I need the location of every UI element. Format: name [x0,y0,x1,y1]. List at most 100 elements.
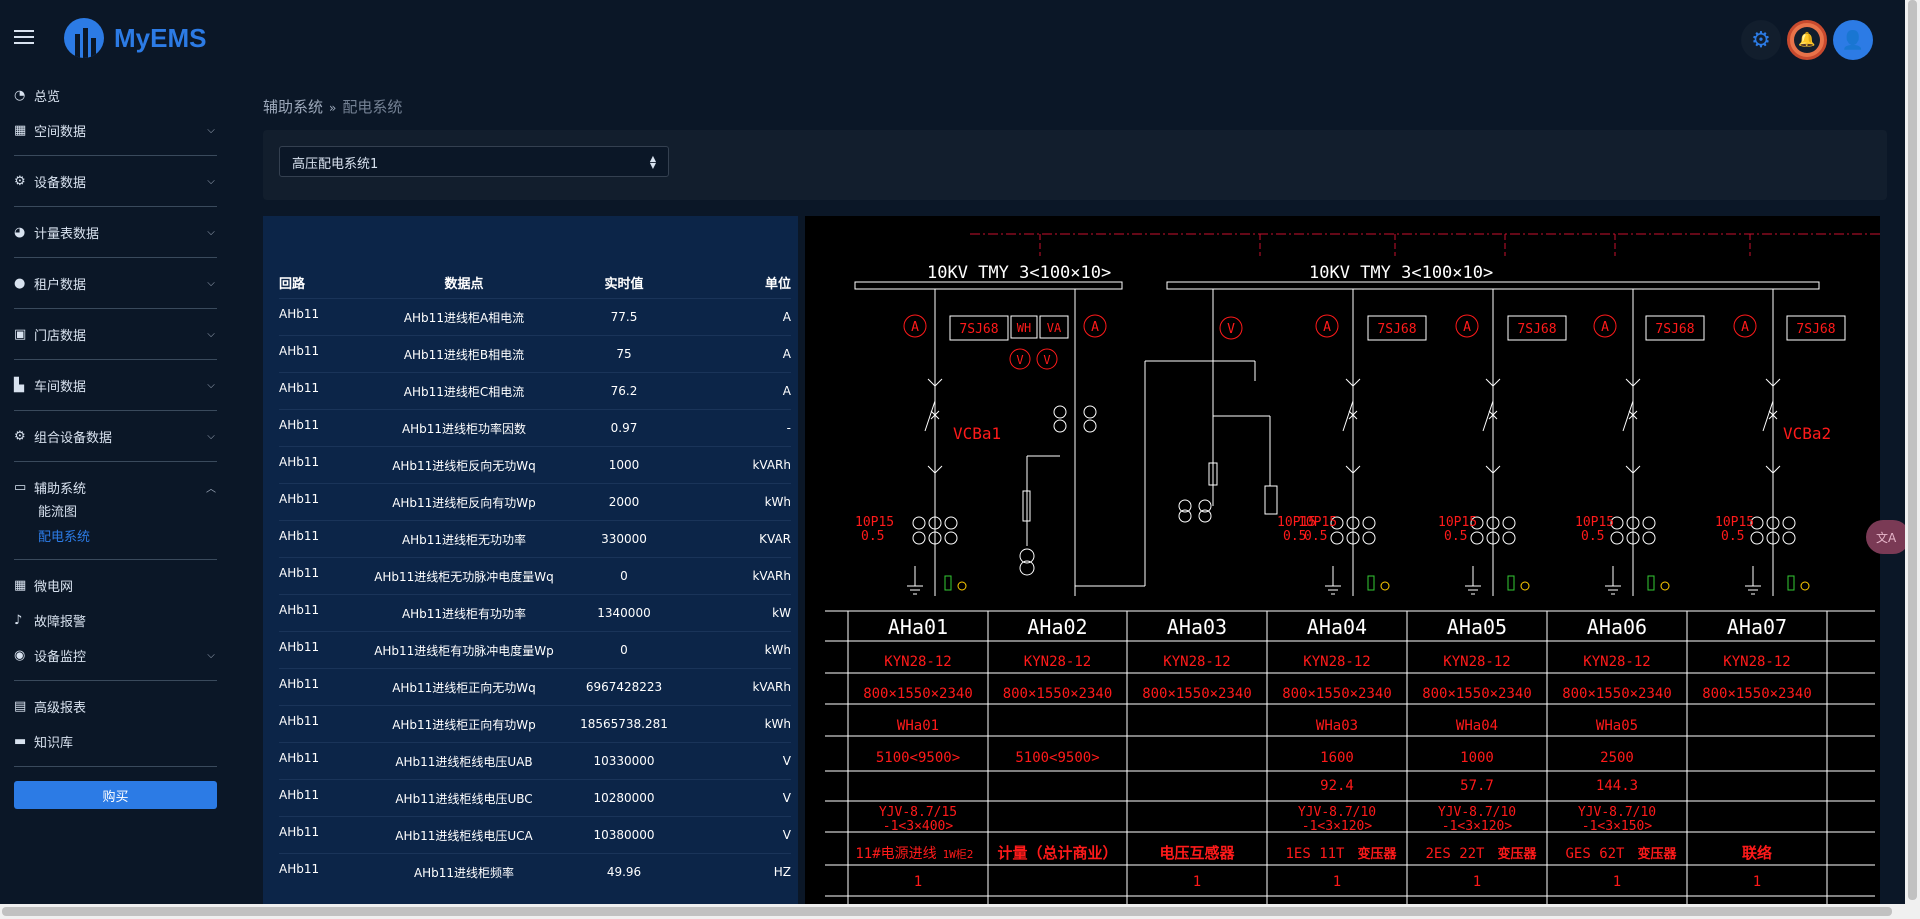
buy-button[interactable]: 购买 [14,781,217,809]
pt-coil-icon [1083,405,1097,419]
cell-value: 330000 [564,520,684,558]
cabinet-model: KYN28-12 [1303,654,1370,670]
breadcrumb-parent[interactable]: 辅助系统 [263,98,323,116]
sidebar-subitem-energy-flow[interactable]: 能流图 [14,500,217,526]
cabinet-wh: WHa03 [1316,718,1358,734]
cell-circuit: AHb11 [279,335,364,373]
cell-circuit: AHb11 [279,816,364,854]
ct-coil-icon [1610,531,1624,545]
pt-coil-icon [1083,419,1097,433]
app-logo[interactable]: MyEMS [64,16,206,60]
breaker-chevron [1492,465,1501,474]
cell-unit: A [684,298,791,336]
gears-icon: ⚙ [14,428,26,444]
table-row: AHb11 AHb11进线柜正向有功Wp 18565738.281 kWh [279,705,791,743]
cell-unit: A [684,335,791,373]
cell-value: 10380000 [564,816,684,854]
cell-unit: KVAR [684,520,791,558]
cell-circuit: AHb11 [279,409,364,447]
cabinet-wh: WHa01 [897,718,939,734]
cabinet-cable: YJV-8.7/10 [1438,805,1516,820]
shopping-bag-icon: ▣ [14,326,27,342]
sidebar-item-store-data[interactable]: ▣ 门店数据 ⌵ [14,321,217,347]
vertical-scrollbar[interactable] [1905,0,1920,919]
ct-coil-icon [1750,531,1764,545]
surge-arrester-icon [1507,575,1515,591]
cell-unit: A [684,372,791,410]
ct-label-2: 0.5 [1304,529,1327,544]
building-icon: ▦ [14,577,27,593]
cell-circuit: AHb11 [279,668,364,706]
cell-circuit: AHb11 [279,594,364,632]
settings-gear-icon[interactable]: ⚙ [1741,20,1781,60]
distribution-system-select[interactable]: 高压配电系统1 ▲ ▼ [279,146,669,177]
sidebar-subitem-distribution-system[interactable]: 配电系统 [14,525,217,551]
sidebar-item-equipment-monitor[interactable]: ◉ 设备监控 ⌵ [14,642,217,668]
busbar-right-label: 10KV TMY 3<100×10> [1309,263,1493,283]
table-row: AHb11 AHb11进线柜频率 49.96 HZ [279,853,791,891]
cabinet-current: 92.4 [1320,778,1354,794]
cell-unit: V [684,816,791,854]
ct-label: 10P15 [1277,515,1316,530]
sidebar-item-tenant-data[interactable]: ● 租户数据 ⌵ [14,270,217,296]
cell-circuit: AHb11 [279,298,364,336]
sidebar-item-meter-data[interactable]: ◕ 计量表数据 ⌵ [14,219,217,245]
cell-value: 75 [564,335,684,373]
selected-system: 高压配电系统1 [292,157,379,172]
sidebar-item-fault-alarm[interactable]: ♪ 故障报警 [14,607,217,633]
sidebar-item-space-data[interactable]: ▦ 空间数据 ⌵ [14,117,217,143]
cabinet-cable: YJV-8.7/10 [1578,805,1656,820]
cell-unit: V [684,779,791,817]
cabinet-model: KYN28-12 [884,654,951,670]
cell-datapoint: AHb11进线柜C相电流 [364,372,564,410]
cell-datapoint: AHb11进线柜B相电流 [364,335,564,373]
surge-arrester-icon [944,575,952,591]
breadcrumb: 辅助系统 » 配电系统 [263,96,402,117]
sidebar-item-equipment-data[interactable]: ⚙ 设备数据 ⌵ [14,168,217,194]
cell-datapoint: AHb11进线柜线电压UBC [364,779,564,817]
sidebar-item-knowledge-base[interactable]: ▬ 知识库 [14,728,217,754]
sidebar-item-shopfloor-data[interactable]: ▙ 车间数据 ⌵ [14,372,217,398]
sidebar-item-overview[interactable]: ◔ 总览 [14,82,217,108]
monitor-icon: ▭ [14,479,27,495]
select-arrows-icon: ▲ ▼ [649,154,656,170]
relay-label: 7SJ68 [959,322,998,337]
sidebar-item-combined-equipment-data[interactable]: ⚙ 组合设备数据 ⌵ [14,423,217,449]
table-row: AHb11 AHb11进线柜有功功率 1340000 kW [279,594,791,632]
gear-icon: ⚙ [14,173,26,189]
app-name: MyEMS [114,22,207,53]
menu-toggle-icon[interactable] [14,30,34,44]
cabinet-size: 800×1550×2340 [863,686,973,702]
cell-unit: kVARh [684,668,791,706]
wh-meter-label: WH [1017,321,1031,335]
ct-label-2: 0.5 [1444,529,1467,544]
ct-coil-icon [1642,516,1656,530]
cabinet-id: AHa05 [1447,615,1507,639]
translate-float-button[interactable]: 文A [1866,520,1910,554]
building-icon: ▦ [14,122,27,138]
cell-circuit: AHb11 [279,779,364,817]
indicator-icon [1660,581,1670,591]
sidebar-item-advanced-reports[interactable]: ▤ 高级报表 [14,693,217,719]
sidebar-item-microgrid[interactable]: ▦ 微电网 [14,572,217,598]
cell-value: 2000 [564,483,684,521]
breaker-chevron [1352,378,1361,387]
notification-bell-icon[interactable]: 🔔 [1787,20,1827,60]
voltmeter-label: V [1016,353,1023,367]
cabinet-id: AHa04 [1307,615,1367,639]
user-avatar-icon[interactable]: 👤 [1833,20,1873,60]
bell-icon: ♪ [14,612,23,628]
ct-coil-icon [912,531,926,545]
sidebar-item-auxiliary-system[interactable]: ▭ 辅助系统 ︿ [14,474,217,500]
ammeter-label: A [1463,320,1471,335]
diagram-svg: 10KV TMY 3<100×10> 10KV TMY 3<100×10> A A A A… [825,233,1880,919]
cell-datapoint: AHb11进线柜A相电流 [364,298,564,336]
cell-datapoint: AHb11进线柜反向有功Wp [364,483,564,521]
horizontal-scrollbar[interactable] [0,904,1905,919]
ct-coil-icon [912,516,926,530]
breaker-chevron [1345,465,1354,474]
cabinet-id: AHa07 [1727,615,1787,639]
indicator-icon [1380,581,1390,591]
breaker-chevron [1625,465,1634,474]
cell-datapoint: AHb11进线柜频率 [364,853,564,891]
